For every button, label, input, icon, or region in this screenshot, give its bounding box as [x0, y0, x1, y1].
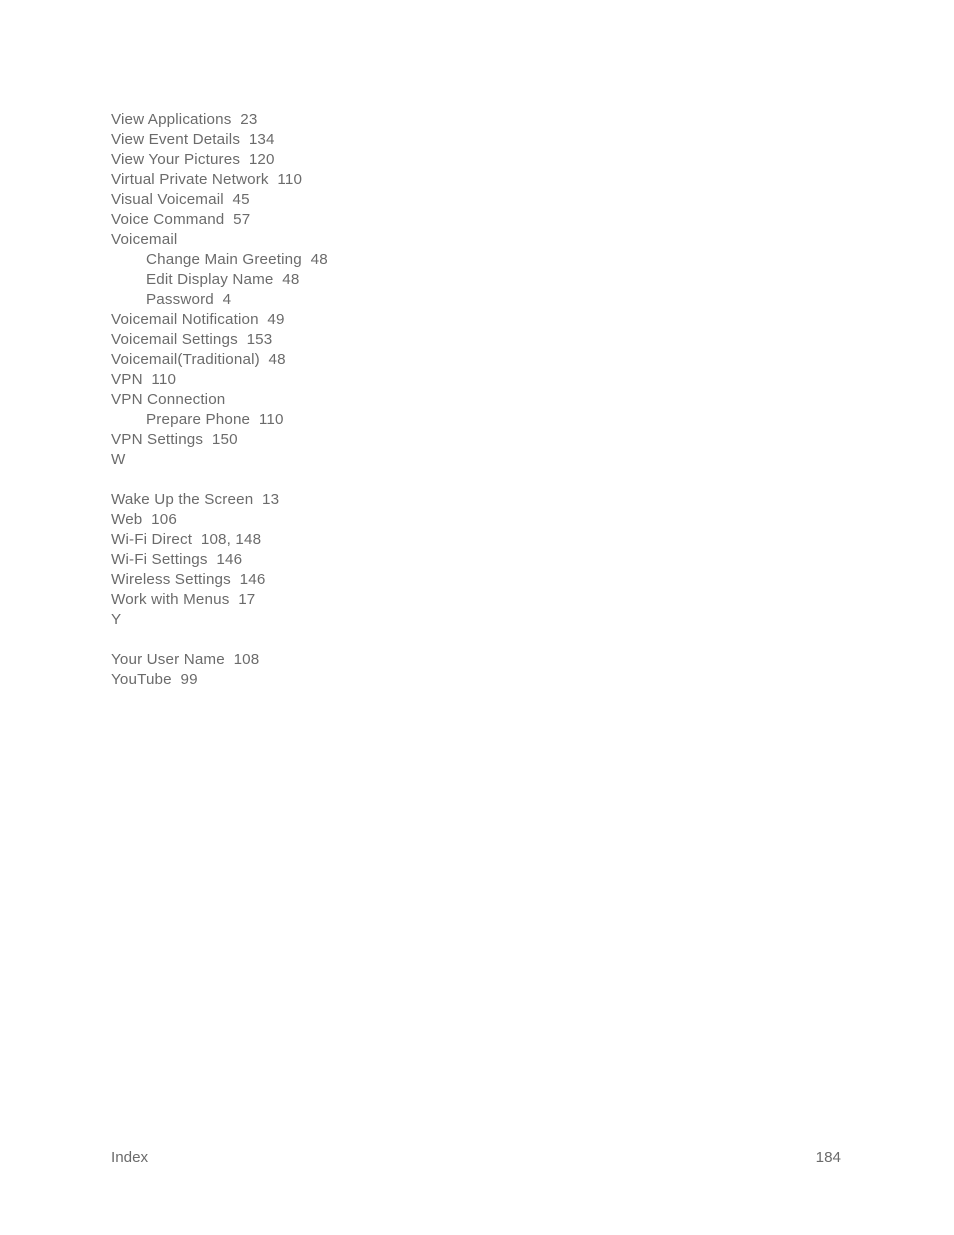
- index-entry: Voicemail: [111, 231, 178, 248]
- page-footer: Index 184: [111, 1148, 841, 1168]
- index-entry: YouTube 99: [111, 671, 198, 688]
- index-entry: Visual Voicemail 45: [111, 191, 250, 208]
- index-entry: VPN 110: [111, 371, 177, 388]
- index-spacer: [111, 470, 871, 490]
- index-entry: Wi-Fi Direct 108, 148: [111, 531, 262, 548]
- index-entry: Voicemail Settings 153: [111, 331, 273, 348]
- footer-section-label: Index: [111, 1149, 149, 1166]
- index-spacer: [111, 630, 871, 650]
- footer-page-number: 184: [815, 1149, 841, 1166]
- index-entry: Wireless Settings 146: [111, 571, 266, 588]
- index-entry: VPN Settings 150: [111, 431, 238, 448]
- index-letter-heading: W: [111, 451, 126, 468]
- index-entry: Virtual Private Network 110: [111, 171, 303, 188]
- index-entry: VPN Connection: [111, 391, 226, 408]
- index-entry: Your User Name 108: [111, 651, 260, 668]
- index-entry: Voicemail Notification 49: [111, 311, 285, 328]
- index-entry: View Event Details 134: [111, 131, 275, 148]
- index-letter-heading: Y: [111, 611, 122, 628]
- index-entry-list: View Applications 23 View Event Details 1…: [111, 110, 871, 690]
- index-entry: Wake Up the Screen 13: [111, 491, 280, 508]
- index-entry: View Your Pictures 120: [111, 151, 275, 168]
- index-entry: Web 106: [111, 511, 177, 528]
- index-entry: View Applications 23: [111, 111, 258, 128]
- index-entry: Wi-Fi Settings 146: [111, 551, 243, 568]
- document-page: View Applications 23 View Event Details 1…: [0, 0, 954, 1235]
- index-subentry: Edit Display Name 48: [146, 271, 300, 288]
- index-subentry: Password 4: [146, 291, 232, 308]
- index-entry: Voice Command 57: [111, 211, 251, 228]
- index-subentry: Prepare Phone 110: [146, 411, 284, 428]
- index-entry: Work with Menus 17: [111, 591, 256, 608]
- index-entry: Voicemail(Traditional) 48: [111, 351, 286, 368]
- index-subentry: Change Main Greeting 48: [146, 251, 328, 268]
